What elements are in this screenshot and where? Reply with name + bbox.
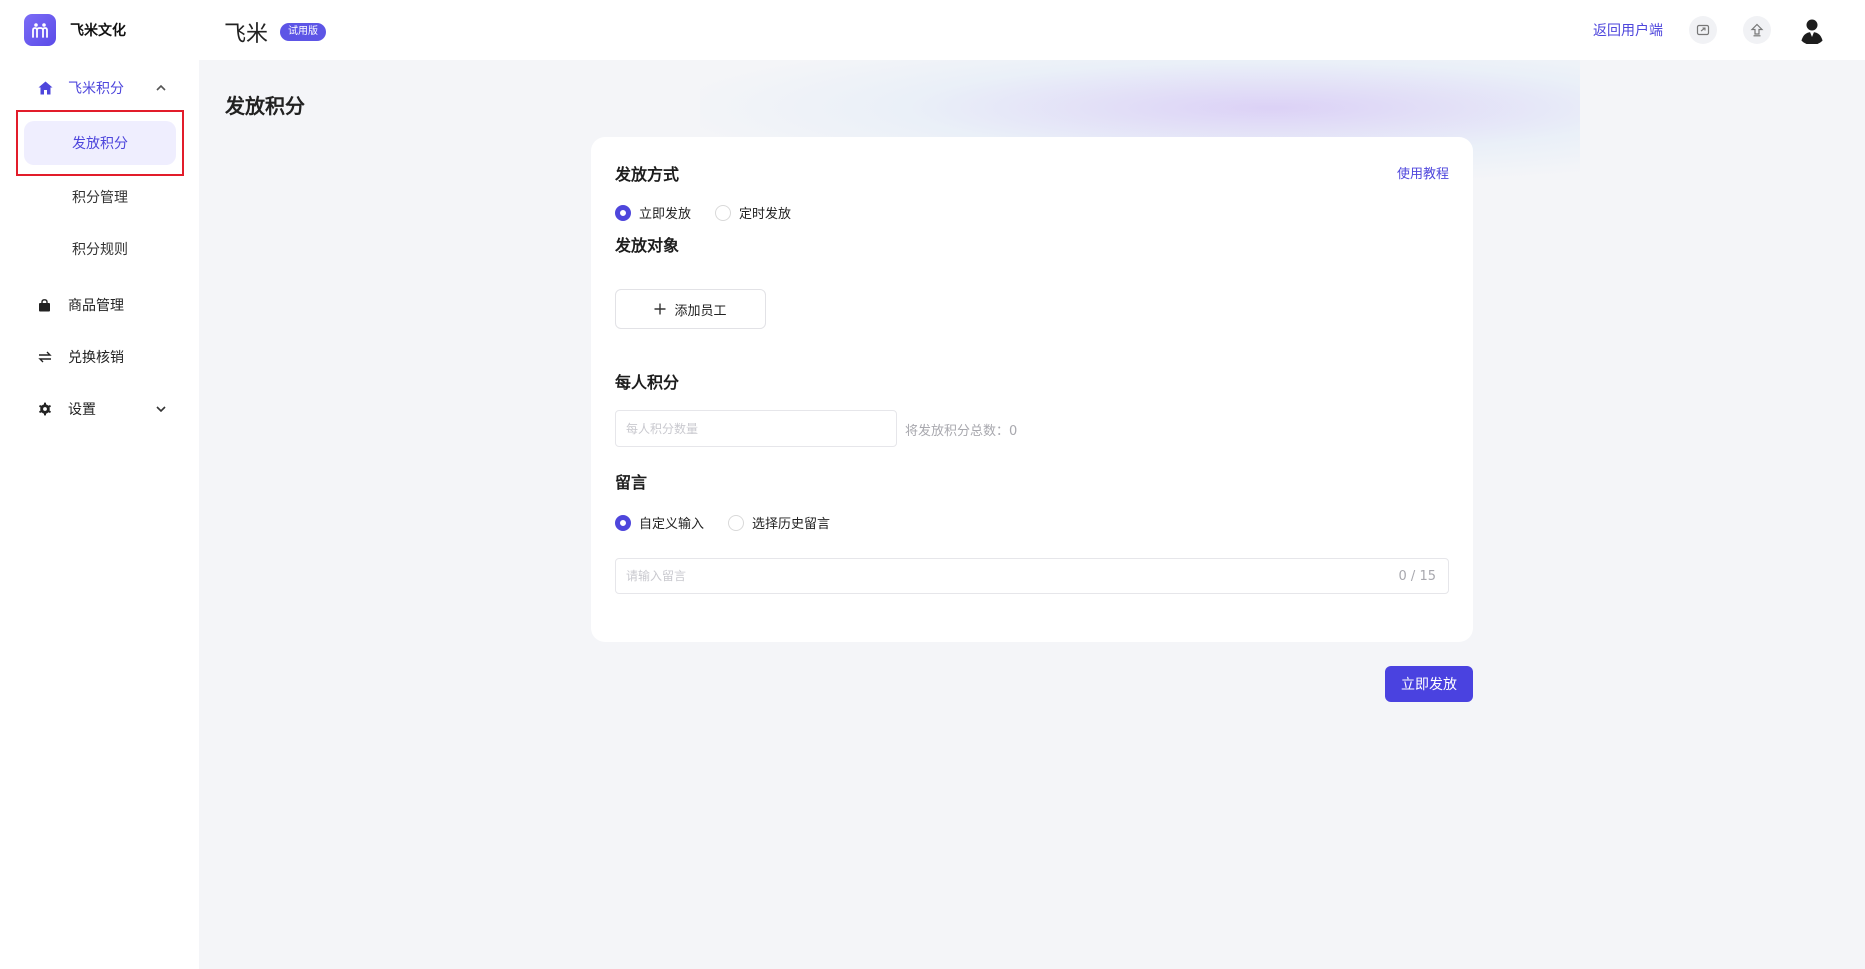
sidebar-group-redeem[interactable]: 兑换核销 [38, 343, 168, 371]
radio-label: 定时发放 [739, 207, 792, 222]
radio-scheduled[interactable]: 定时发放 [715, 203, 791, 222]
radio-custom-input[interactable]: 自定义输入 [615, 513, 704, 532]
brand-name: 飞米文化 [70, 23, 126, 39]
sidebar-group-points[interactable]: 飞米积分 [38, 74, 168, 102]
radio-checked-icon [615, 204, 631, 221]
sidebar: 飞米文化 飞米积分 发放积分 积分管理 积分规则 商品管理 兑换核销 设置 [0, 0, 199, 969]
message-radio-group: 自定义输入 选择历史留言 [615, 513, 846, 532]
radio-immediate[interactable]: 立即发放 [615, 203, 691, 222]
brand[interactable]: 飞米文化 [24, 14, 126, 46]
sidebar-item-issue-points[interactable]: 发放积分 [24, 121, 176, 165]
screen-share-icon [1696, 24, 1710, 36]
upload-button[interactable] [1743, 16, 1771, 44]
issue-now-button[interactable]: 立即发放 [1385, 666, 1473, 702]
radio-history-message[interactable]: 选择历史留言 [728, 513, 830, 532]
plus-icon [654, 303, 666, 315]
radio-checked-icon [615, 514, 631, 531]
tutorial-link[interactable]: 使用教程 [1397, 163, 1449, 182]
avatar[interactable] [1797, 15, 1827, 45]
char-count: 0 / 15 [1398, 568, 1436, 584]
method-section-title: 发放方式 [615, 165, 680, 184]
app-title: 飞米 试用版 [224, 16, 327, 48]
target-section-title: 发放对象 [615, 236, 680, 255]
sidebar-item-label: 积分规则 [72, 242, 128, 258]
gear-icon [38, 402, 58, 416]
user-avatar-icon [1801, 19, 1823, 44]
screen-share-button[interactable] [1689, 16, 1717, 44]
sidebar-group-label: 设置 [68, 402, 96, 418]
top-right-actions: 返回用户端 [1593, 14, 1827, 46]
chevron-down-icon[interactable] [154, 406, 168, 412]
message-input-wrap: 0 / 15 [615, 558, 1449, 594]
trial-badge: 试用版 [280, 23, 327, 41]
sidebar-item-points-rules[interactable]: 积分规则 [24, 227, 176, 271]
radio-unchecked-icon [715, 204, 732, 221]
sidebar-item-points-management[interactable]: 积分管理 [24, 175, 176, 219]
app-name: 飞米 [224, 22, 269, 47]
exchange-icon [38, 351, 58, 363]
sidebar-group-label: 兑换核销 [68, 350, 124, 366]
add-employee-button[interactable]: 添加员工 [615, 289, 766, 329]
page-title: 发放积分 [225, 94, 305, 118]
method-radio-group: 立即发放 定时发放 [615, 203, 807, 222]
total-points-text: 将发放积分总数：0 [905, 424, 1018, 439]
radio-label: 选择历史留言 [752, 517, 831, 532]
radio-unchecked-icon [728, 514, 745, 531]
return-to-user-link[interactable]: 返回用户端 [1593, 20, 1663, 40]
message-input[interactable] [616, 559, 1399, 593]
per-person-section-title: 每人积分 [615, 373, 680, 392]
sidebar-item-label: 发放积分 [72, 136, 128, 152]
radio-label: 自定义输入 [639, 517, 705, 532]
message-section-title: 留言 [615, 473, 648, 492]
sidebar-group-label: 商品管理 [68, 298, 124, 314]
bag-icon [38, 298, 58, 312]
sidebar-group-label: 飞米积分 [68, 81, 124, 97]
chevron-up-icon[interactable] [154, 85, 168, 91]
issue-points-form-card: 发放方式 使用教程 立即发放 定时发放 发放对象 添加员工 每人积分 将发放积分… [591, 137, 1473, 642]
upload-icon [1750, 23, 1764, 37]
home-icon [38, 81, 58, 95]
top-bar: 飞米 试用版 返回用户端 [199, 0, 1865, 60]
sidebar-group-products[interactable]: 商品管理 [38, 291, 168, 319]
brand-logo-icon [24, 14, 56, 46]
sidebar-group-settings[interactable]: 设置 [38, 395, 168, 423]
per-person-points-input[interactable] [615, 410, 897, 447]
radio-label: 立即发放 [639, 207, 692, 222]
sidebar-item-label: 积分管理 [72, 190, 128, 206]
add-employee-label: 添加员工 [674, 303, 727, 319]
